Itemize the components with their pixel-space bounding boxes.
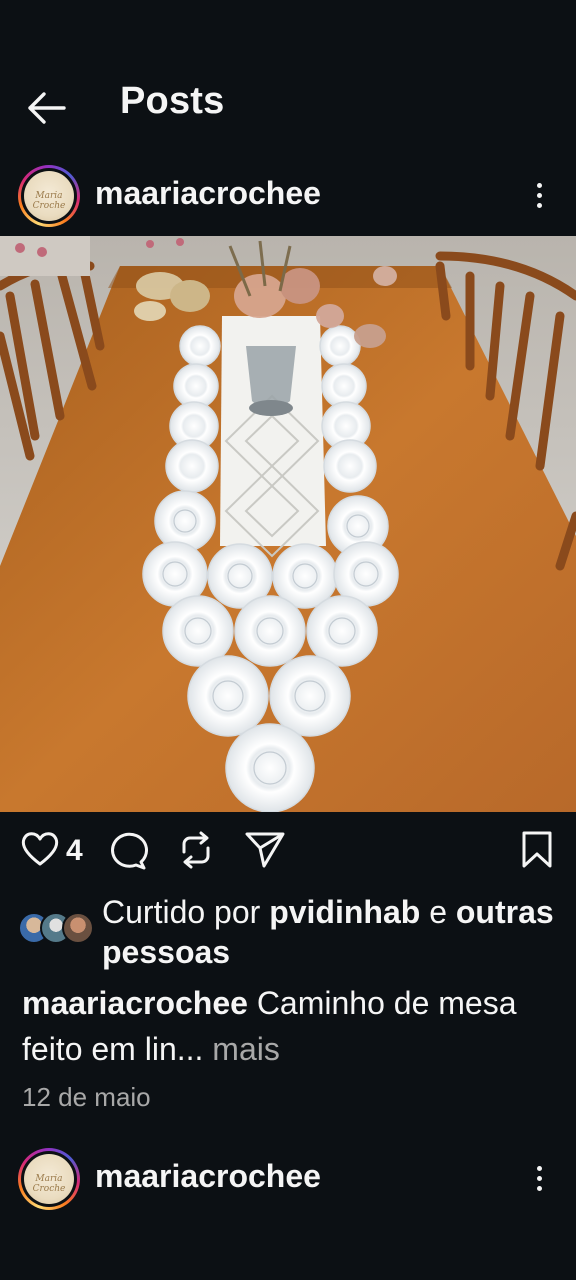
post-username[interactable]: maariacrochee <box>95 175 321 212</box>
arrow-left-icon <box>28 92 66 124</box>
repost-icon <box>182 831 210 869</box>
heart-icon <box>21 832 59 866</box>
post-username[interactable]: maariacrochee <box>95 1158 321 1195</box>
like-count[interactable]: 4 <box>66 834 83 868</box>
post-date: 12 de maio <box>22 1082 151 1112</box>
post-caption: maariacrochee Caminho de mesa feito em l… <box>22 980 562 1072</box>
repost-button[interactable] <box>176 830 216 875</box>
post-image[interactable] <box>0 236 576 812</box>
back-button[interactable] <box>24 88 68 128</box>
liked-by-text: Curtido por pvidinhab e outras pessoas <box>102 894 554 970</box>
liker-username[interactable]: pvidinhab <box>269 894 420 930</box>
post-header: Maria Croche maariacrochee <box>0 157 576 233</box>
top-bar: Posts <box>0 60 576 152</box>
avatar[interactable]: Maria Croche <box>18 1148 80 1210</box>
liked-by-row[interactable]: Curtido por pvidinhab e outras pessoas <box>0 890 576 974</box>
save-button[interactable] <box>520 830 554 875</box>
more-link[interactable]: mais <box>203 1031 280 1067</box>
more-options-button[interactable] <box>528 175 552 215</box>
caption-username[interactable]: maariacrochee <box>22 985 248 1021</box>
share-icon <box>245 832 285 868</box>
page-title: Posts <box>120 80 225 122</box>
bookmark-icon <box>522 831 552 868</box>
avatar[interactable]: Maria Croche <box>18 165 80 227</box>
next-post-header: Maria Croche maariacrochee <box>0 1140 576 1216</box>
comment-button[interactable] <box>106 830 148 875</box>
share-button[interactable] <box>244 830 286 875</box>
more-options-button[interactable] <box>528 1158 552 1198</box>
table-runner-photo <box>0 236 576 812</box>
like-button[interactable] <box>20 830 60 873</box>
post-actions: 4 <box>0 822 576 882</box>
liker-avatar <box>62 912 94 944</box>
comment-icon <box>111 832 148 870</box>
